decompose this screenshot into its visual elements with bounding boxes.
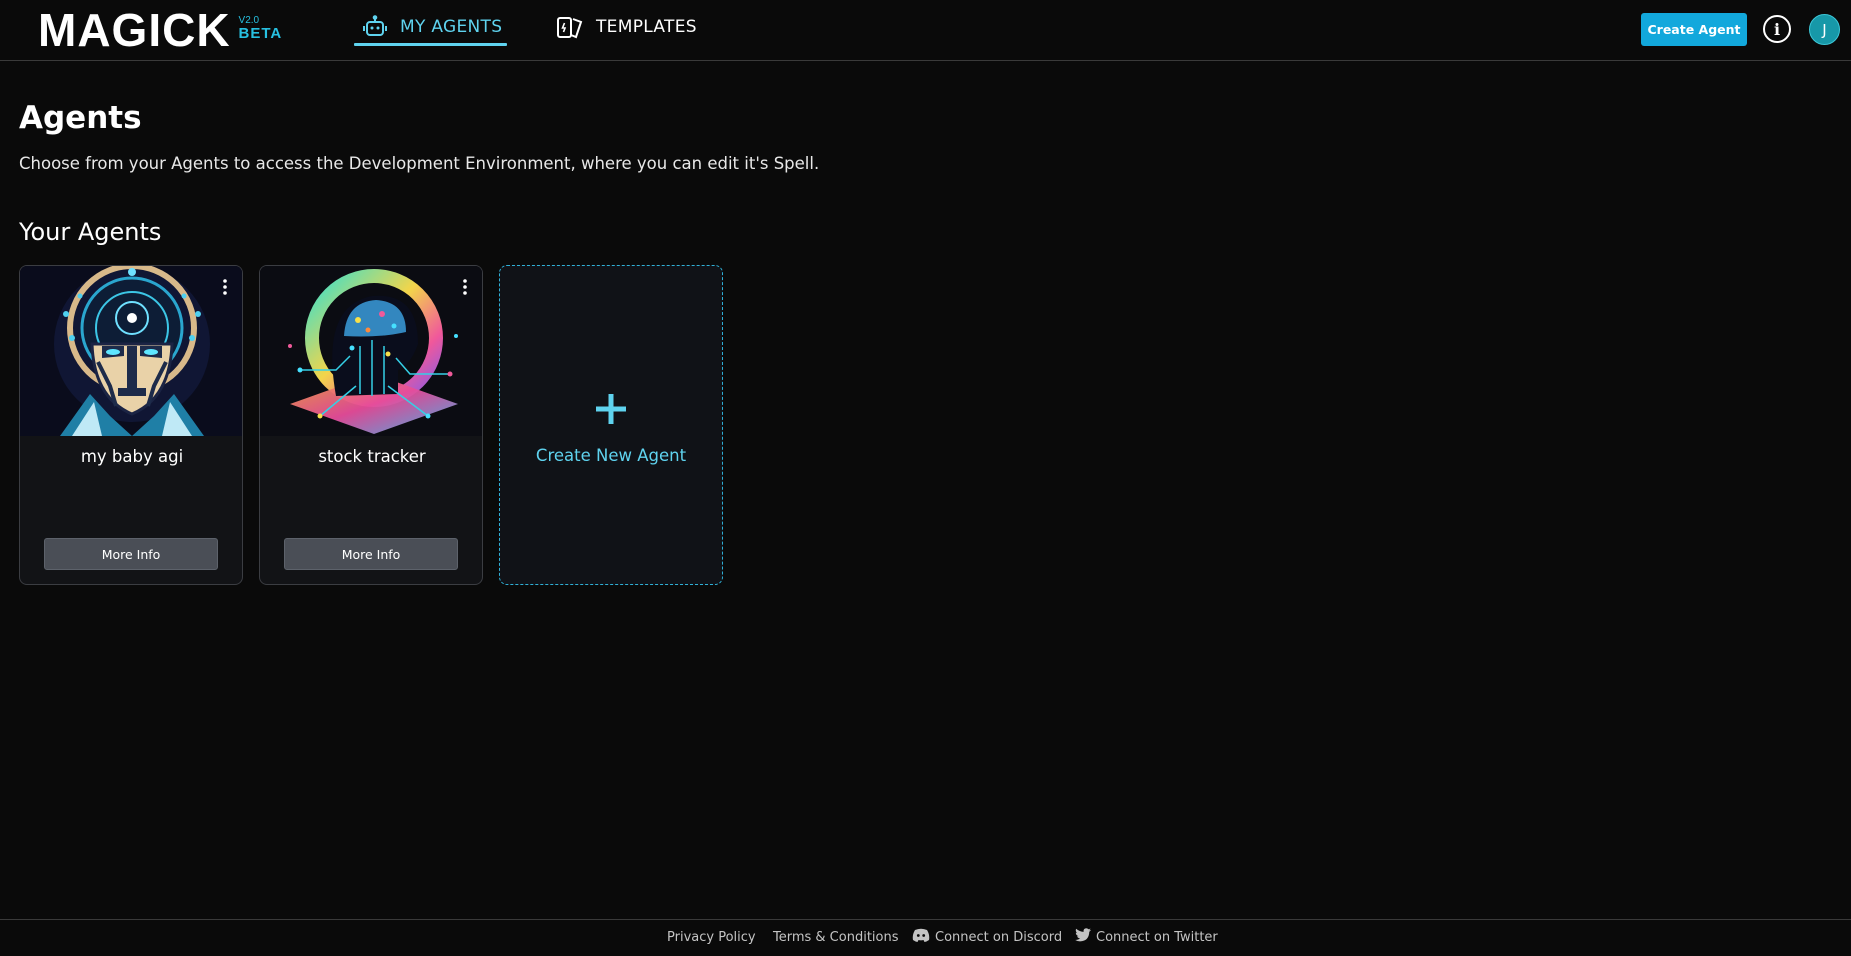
logo-beta-badge: BETA (238, 25, 283, 42)
twitter-link[interactable]: Connect on Twitter (1075, 928, 1218, 946)
tab-templates-label: TEMPLATES (596, 17, 697, 37)
template-cards-icon (556, 14, 584, 40)
page-title: Agents (19, 100, 142, 136)
card-menu-icon[interactable] (216, 276, 234, 298)
discord-link[interactable]: Connect on Discord (912, 928, 1062, 946)
footer: Privacy Policy Terms & Conditions Connec… (0, 919, 1851, 956)
agent-card[interactable]: stock tracker More Info (259, 265, 483, 585)
user-avatar[interactable]: J (1809, 14, 1840, 45)
terms-label: Terms & Conditions (773, 930, 899, 945)
create-agent-button[interactable]: Create Agent (1641, 13, 1747, 46)
privacy-policy-link[interactable]: Privacy Policy (667, 930, 756, 945)
terms-link[interactable]: Terms & Conditions (773, 930, 899, 945)
logo-wordmark: MAGICK (38, 4, 231, 56)
privacy-policy-label: Privacy Policy (667, 930, 756, 945)
tab-my-agents-label: MY AGENTS (400, 17, 503, 37)
tab-my-agents[interactable]: MY AGENTS (354, 10, 507, 46)
agent-card[interactable]: my baby agi More Info (19, 265, 243, 585)
create-new-agent-card[interactable]: Create New Agent (499, 265, 723, 585)
card-menu-icon[interactable] (456, 276, 474, 298)
twitter-icon (1075, 928, 1091, 946)
robot-icon (362, 15, 388, 39)
twitter-label: Connect on Twitter (1096, 929, 1218, 945)
discord-icon (912, 928, 930, 946)
agent-name: stock tracker (318, 447, 426, 466)
agent-name: my baby agi (80, 447, 184, 466)
robot-face-illustration (20, 266, 242, 436)
plus-icon (500, 394, 722, 424)
logo-tag: V2.0 BETA (239, 15, 283, 42)
page-description: Choose from your Agents to access the De… (19, 154, 820, 173)
top-bar: MAGICK V2.0 BETA MY AGENTS TEMPLATES Cre… (0, 0, 1851, 61)
tab-templates[interactable]: TEMPLATES (556, 10, 697, 44)
more-info-button[interactable]: More Info (284, 538, 458, 570)
discord-label: Connect on Discord (935, 929, 1063, 945)
info-icon[interactable]: i (1763, 15, 1791, 43)
circuit-head-illustration (260, 266, 482, 436)
magick-logo[interactable]: MAGICK V2.0 BETA (38, 4, 283, 56)
create-new-agent-label: Create New Agent (535, 446, 687, 465)
more-info-button[interactable]: More Info (44, 538, 218, 570)
section-title: Your Agents (19, 218, 162, 246)
